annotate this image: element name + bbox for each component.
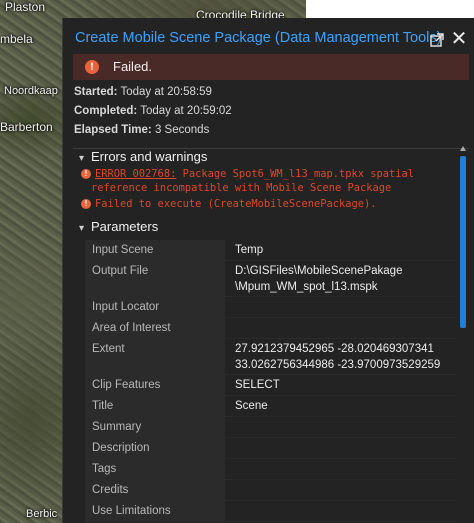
chevron-down-icon: ▾ <box>79 223 85 234</box>
parameter-row[interactable]: Input Scene Temp <box>85 240 457 261</box>
map-label-berbic: Berbic <box>26 508 58 520</box>
error-circle-icon: ! <box>85 60 99 74</box>
chevron-down-icon: ▾ <box>79 153 85 164</box>
parameter-name: Tags <box>85 459 225 479</box>
parameter-name: Extent <box>85 339 225 374</box>
parameter-row[interactable]: Credits <box>85 480 457 501</box>
error-message-execute: Failed to execute (CreateMobileScenePack… <box>95 198 377 210</box>
parameter-name: Summary <box>85 417 225 437</box>
parameters-section-header[interactable]: ▾ Parameters <box>79 219 158 234</box>
parameter-row[interactable]: Use Limitations <box>85 501 457 522</box>
close-icon[interactable]: ✕ <box>449 29 469 49</box>
parameter-row[interactable]: Title Scene <box>85 396 457 417</box>
map-overlay-box <box>306 0 474 18</box>
error-line-3: ! Failed to execute (CreateMobileScenePac… <box>81 198 377 210</box>
parameter-name: Use Limitations <box>85 501 225 521</box>
status-text: Failed. <box>113 59 153 74</box>
elapsed-value: 3 Seconds <box>154 124 210 136</box>
elapsed-label: Elapsed Time: <box>74 124 152 136</box>
parameter-row[interactable]: Extent 27.9212379452965 -28.020469307341 3… <box>85 339 457 375</box>
error-code-link[interactable]: ERROR 002768: <box>95 168 176 180</box>
map-label-noordkaap: Noordkaap <box>4 85 58 97</box>
parameter-value <box>235 438 457 440</box>
parameter-value <box>235 480 457 482</box>
parameter-name: Description <box>85 438 225 458</box>
started-line: Started: Today at 20:58:59 <box>74 86 212 98</box>
parameter-value-line: SELECT <box>235 379 280 391</box>
parameter-row[interactable]: Clip Features SELECT <box>85 375 457 396</box>
started-label: Started: <box>74 86 118 98</box>
completed-value: Today at 20:59:02 <box>140 105 232 117</box>
parameter-name: Output File <box>85 261 225 296</box>
error-circle-icon: ! <box>81 199 91 209</box>
parameter-value <box>235 297 457 299</box>
parameter-value-line: \Mpum_WM_spot_l13.mspk <box>235 281 378 293</box>
error-line-1: ! ERROR 002768: Package Spot6_WM_l13_map.… <box>81 168 414 180</box>
parameter-value-line: Scene <box>235 400 268 412</box>
parameter-row[interactable]: Description <box>85 438 457 459</box>
parameter-row[interactable]: Tags <box>85 459 457 480</box>
parameter-row[interactable]: Summary <box>85 417 457 438</box>
error-line-2: reference incompatible with Mobile Scene… <box>91 182 392 194</box>
parameter-value-line: 27.9212379452965 -28.020469307341 <box>235 343 434 355</box>
errors-heading: Errors and warnings <box>91 149 208 164</box>
error-message-part1: Package Spot6_WM_l13_map.tpkx spatial <box>176 168 415 180</box>
completed-label: Completed: <box>74 105 138 117</box>
error-circle-icon: ! <box>81 169 91 179</box>
parameter-value <box>235 501 457 503</box>
map-label-mbela: mbela <box>0 32 33 46</box>
parameter-value <box>235 417 457 419</box>
panel-title[interactable]: Create Mobile Scene Package (Data Manage… <box>75 30 441 46</box>
parameter-name: Input Locator <box>85 297 225 317</box>
parameter-value: 27.9212379452965 -28.020469307341 33.0262… <box>235 339 457 373</box>
parameter-value: D:\GISFiles\MobileScenePakage \Mpum_WM_sp… <box>235 261 457 295</box>
parameter-name: Input Scene <box>85 240 225 260</box>
popout-icon[interactable] <box>429 32 445 48</box>
status-banner: ! Failed. <box>73 54 469 80</box>
completed-line: Completed: Today at 20:59:02 <box>74 105 232 117</box>
parameters-heading: Parameters <box>91 219 159 234</box>
parameter-name: Credits <box>85 480 225 500</box>
parameter-name: Clip Features <box>85 375 225 395</box>
panel-header: Create Mobile Scene Package (Data Manage… <box>63 18 474 58</box>
parameter-row[interactable]: Area of Interest <box>85 318 457 339</box>
parameter-row[interactable]: Input Locator <box>85 297 457 318</box>
scroll-up-arrow-icon[interactable] <box>460 146 466 151</box>
geoprocessing-result-panel: Create Mobile Scene Package (Data Manage… <box>62 18 474 523</box>
errors-section-header[interactable]: ▾ Errors and warnings <box>79 149 207 164</box>
map-label-barberton: Barberton <box>0 120 53 134</box>
parameter-row[interactable]: Output File D:\GISFiles\MobileScenePakage… <box>85 261 457 297</box>
parameter-value-line: 33.0262756344986 -23.9700973529259 <box>235 359 441 371</box>
parameter-value <box>235 318 457 320</box>
scrollbar-thumb[interactable] <box>460 156 466 328</box>
parameter-name: Area of Interest <box>85 318 225 338</box>
parameter-value-line: D:\GISFiles\MobileScenePakage <box>235 265 403 277</box>
parameter-value <box>235 459 457 461</box>
started-value: Today at 20:58:59 <box>120 86 212 98</box>
parameter-value: SELECT <box>235 375 457 393</box>
elapsed-line: Elapsed Time: 3 Seconds <box>74 124 209 136</box>
parameter-value-line: Temp <box>235 244 264 256</box>
parameter-name: Title <box>85 396 225 416</box>
parameter-value: Scene <box>235 396 457 414</box>
map-label-plaston: Plaston <box>5 0 46 14</box>
parameter-value: Temp <box>235 240 457 258</box>
